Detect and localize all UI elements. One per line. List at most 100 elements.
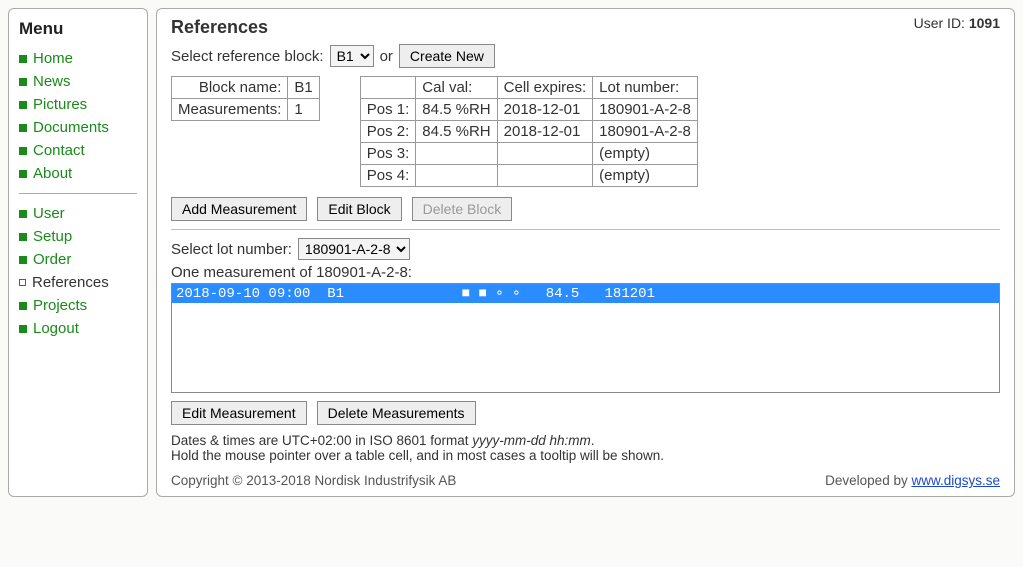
square-icon <box>19 147 27 155</box>
table-row: Block name: B1 <box>172 77 320 99</box>
cell-expires-cell <box>497 165 593 187</box>
table-row: Cal val: Cell expires: Lot number: <box>360 77 697 99</box>
sidebar-item-label: Setup <box>33 228 72 245</box>
sidebar-item-label: Contact <box>33 142 85 159</box>
user-id-value: 1091 <box>969 15 1000 31</box>
sidebar-item-label: Documents <box>33 119 109 136</box>
lot-number-header: Lot number: <box>593 77 698 99</box>
square-icon <box>19 78 27 86</box>
cell-expires-cell: 2018-12-01 <box>497 99 593 121</box>
sidebar-item-home[interactable]: Home <box>19 47 137 70</box>
sidebar-item-user[interactable]: User <box>19 202 137 225</box>
sidebar-item-projects[interactable]: Projects <box>19 294 137 317</box>
positions-table: Cal val: Cell expires: Lot number: Pos 1… <box>360 76 698 187</box>
sidebar-item-label: Pictures <box>33 96 87 113</box>
divider <box>171 229 1000 230</box>
block-name-label: Block name: <box>172 77 288 99</box>
table-row: Measurements: 1 <box>172 99 320 121</box>
sidebar-item-setup[interactable]: Setup <box>19 225 137 248</box>
hint-part: Hold the mouse pointer over a table cell… <box>171 448 664 463</box>
square-icon <box>19 210 27 218</box>
add-measurement-button[interactable]: Add Measurement <box>171 197 307 221</box>
select-block-row: Select reference block: B1 or Create New <box>171 44 1000 68</box>
square-icon <box>19 325 27 333</box>
edit-block-button[interactable]: Edit Block <box>317 197 401 221</box>
block-info-table: Block name: B1 Measurements: 1 <box>171 76 320 121</box>
developed-by: Developed by www.digsys.se <box>825 473 1000 488</box>
square-icon <box>19 55 27 63</box>
sidebar-item-label: News <box>33 73 71 90</box>
sidebar-item-label: Logout <box>33 320 79 337</box>
cal-val-cell <box>416 143 497 165</box>
lot-number-select[interactable]: 180901-A-2-8 <box>298 238 410 260</box>
menu-separator <box>19 193 137 194</box>
table-row: Pos 2: 84.5 %RH 2018-12-01 180901-A-2-8 <box>360 121 697 143</box>
delete-block-button[interactable]: Delete Block <box>412 197 513 221</box>
menu-title: Menu <box>19 19 137 39</box>
list-item[interactable]: 2018-09-10 09:00 B1 ■ ■ ∘ ∘ 84.5 181201 <box>172 284 999 303</box>
sidebar-item-label: References <box>32 274 109 291</box>
block-buttons-row: Add Measurement Edit Block Delete Block <box>171 197 1000 221</box>
hint-part: . <box>591 433 595 448</box>
square-icon <box>19 256 27 264</box>
sidebar-item-contact[interactable]: Contact <box>19 139 137 162</box>
user-id-label: User ID: <box>914 15 969 31</box>
developer-link[interactable]: www.digsys.se <box>911 473 1000 488</box>
select-lot-label: Select lot number: <box>171 241 292 258</box>
lot-number-cell: (empty) <box>593 165 698 187</box>
sidebar-item-label: Order <box>33 251 71 268</box>
square-icon <box>19 170 27 178</box>
copyright-text: Copyright © 2013-2018 Nordisk Industrify… <box>171 473 456 488</box>
sidebar-item-pictures[interactable]: Pictures <box>19 93 137 116</box>
menu-group-2: User Setup Order References Projects Log… <box>19 202 137 340</box>
or-text: or <box>380 48 393 65</box>
hint-format: yyyy-mm-dd hh:mm <box>472 433 591 448</box>
cal-val-cell <box>416 165 497 187</box>
lot-number-cell: (empty) <box>593 143 698 165</box>
sidebar-item-documents[interactable]: Documents <box>19 116 137 139</box>
measurements-heading: One measurement of 180901-A-2-8: <box>171 264 1000 281</box>
cal-val-cell: 84.5 %RH <box>416 121 497 143</box>
pos-label: Pos 3: <box>360 143 416 165</box>
user-id: User ID: 1091 <box>914 15 1000 31</box>
sidebar-item-logout[interactable]: Logout <box>19 317 137 340</box>
edit-measurement-button[interactable]: Edit Measurement <box>171 401 307 425</box>
sidebar-item-references[interactable]: References <box>19 271 137 294</box>
select-lot-row: Select lot number: 180901-A-2-8 <box>171 238 1000 260</box>
cal-val-header: Cal val: <box>416 77 497 99</box>
square-icon <box>19 101 27 109</box>
sidebar-item-about[interactable]: About <box>19 162 137 185</box>
menu-group-1: Home News Pictures Documents Contact Abo… <box>19 47 137 185</box>
measurement-buttons-row: Edit Measurement Delete Measurements <box>171 401 1000 425</box>
hint-text: Dates & times are UTC+02:00 in ISO 8601 … <box>171 433 1000 463</box>
pos-label: Pos 4: <box>360 165 416 187</box>
cell-expires-cell <box>497 143 593 165</box>
sidebar-item-label: Projects <box>33 297 87 314</box>
reference-block-select[interactable]: B1 <box>330 45 374 67</box>
measurements-label: Measurements: <box>172 99 288 121</box>
square-icon <box>19 233 27 241</box>
cell-expires-cell: 2018-12-01 <box>497 121 593 143</box>
cal-val-cell: 84.5 %RH <box>416 99 497 121</box>
square-icon <box>19 302 27 310</box>
table-row: Pos 1: 84.5 %RH 2018-12-01 180901-A-2-8 <box>360 99 697 121</box>
create-new-button[interactable]: Create New <box>399 44 495 68</box>
sidebar-item-order[interactable]: Order <box>19 248 137 271</box>
select-block-label: Select reference block: <box>171 48 324 65</box>
developed-by-label: Developed by <box>825 473 911 488</box>
footer: Copyright © 2013-2018 Nordisk Industrify… <box>171 469 1000 488</box>
square-outline-icon <box>19 279 26 286</box>
measurements-listbox[interactable]: 2018-09-10 09:00 B1 ■ ■ ∘ ∘ 84.5 181201 <box>171 283 1000 393</box>
pos-label: Pos 1: <box>360 99 416 121</box>
sidebar-item-label: About <box>33 165 72 182</box>
page-title: References <box>171 17 1000 38</box>
delete-measurements-button[interactable]: Delete Measurements <box>317 401 476 425</box>
pos-label: Pos 2: <box>360 121 416 143</box>
cell-expires-header: Cell expires: <box>497 77 593 99</box>
sidebar-item-label: User <box>33 205 65 222</box>
pos-header-blank <box>360 77 416 99</box>
square-icon <box>19 124 27 132</box>
sidebar: Menu Home News Pictures Documents Contac… <box>8 8 148 497</box>
sidebar-item-label: Home <box>33 50 73 67</box>
sidebar-item-news[interactable]: News <box>19 70 137 93</box>
